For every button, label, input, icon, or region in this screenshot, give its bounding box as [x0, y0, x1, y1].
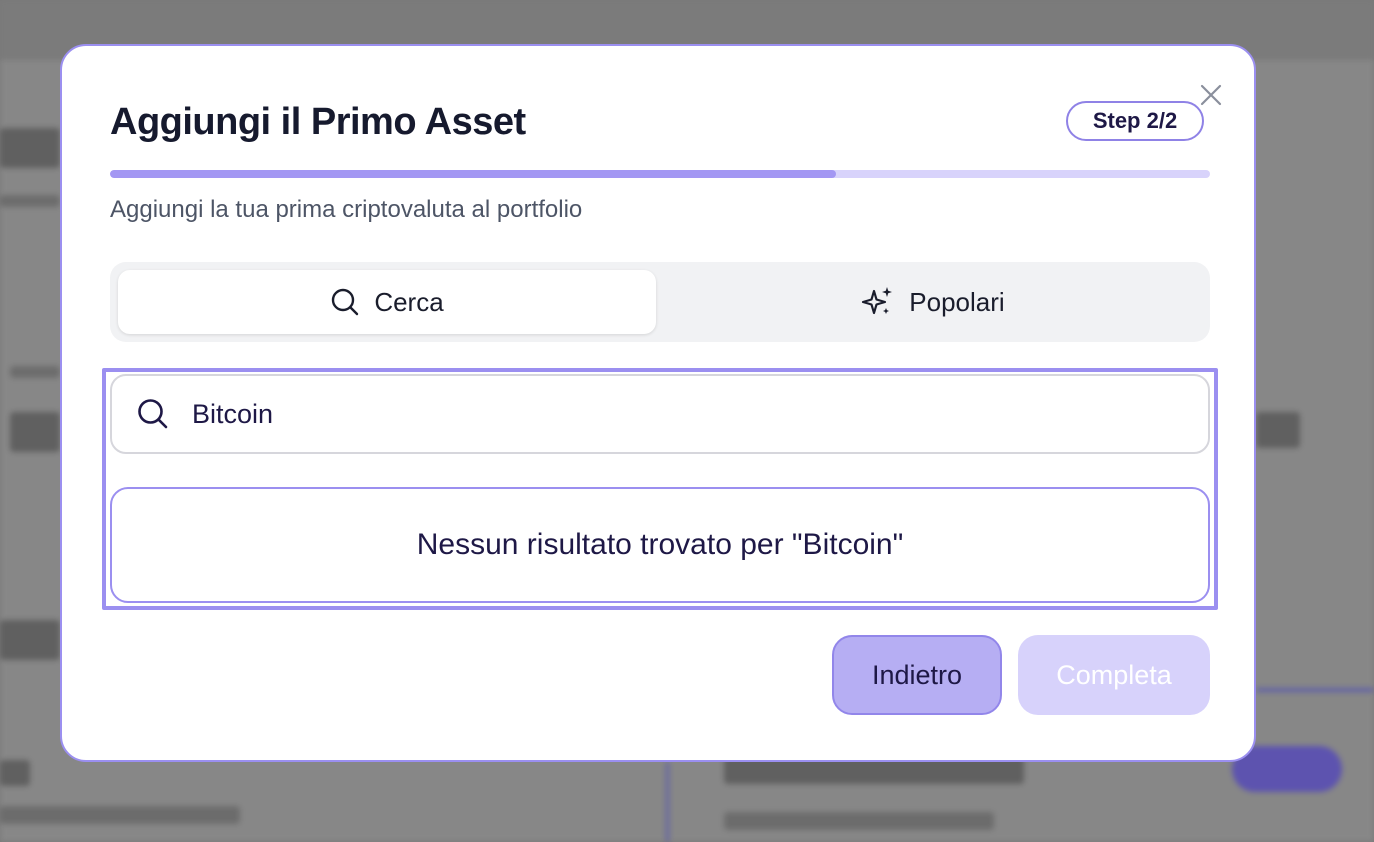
modal-subtitle: Aggiungi la tua prima criptovaluta al po… — [110, 196, 583, 223]
progress-bar-fill — [110, 170, 836, 178]
tab-popular[interactable]: Popolari — [664, 270, 1202, 334]
close-icon — [1200, 84, 1222, 106]
search-field-icon — [136, 397, 170, 431]
search-icon — [138, 399, 168, 429]
sparkles-icon — [862, 287, 893, 315]
close-button[interactable] — [1198, 82, 1224, 108]
tab-search-label: Cerca — [374, 286, 444, 317]
search-box[interactable] — [110, 374, 1210, 454]
back-button[interactable]: Indietro — [832, 635, 1002, 715]
complete-button[interactable]: Completa — [1018, 635, 1210, 715]
progress-bar — [110, 170, 1210, 178]
tab-popular-label: Popolari — [909, 286, 1005, 317]
search-icon — [332, 288, 359, 316]
onboarding-modal: Aggiungi il Primo Asset Step 2/2 Aggiung… — [60, 44, 1256, 762]
tab-switcher: Cerca Popolari — [110, 262, 1210, 342]
tab-search[interactable]: Cerca — [118, 270, 656, 334]
search-input[interactable] — [190, 397, 1094, 431]
empty-results-message: Nessun risultato trovato per "Bitcoin" — [110, 487, 1210, 603]
modal-title: Aggiungi il Primo Asset — [110, 101, 526, 143]
step-badge: Step 2/2 — [1066, 101, 1204, 141]
